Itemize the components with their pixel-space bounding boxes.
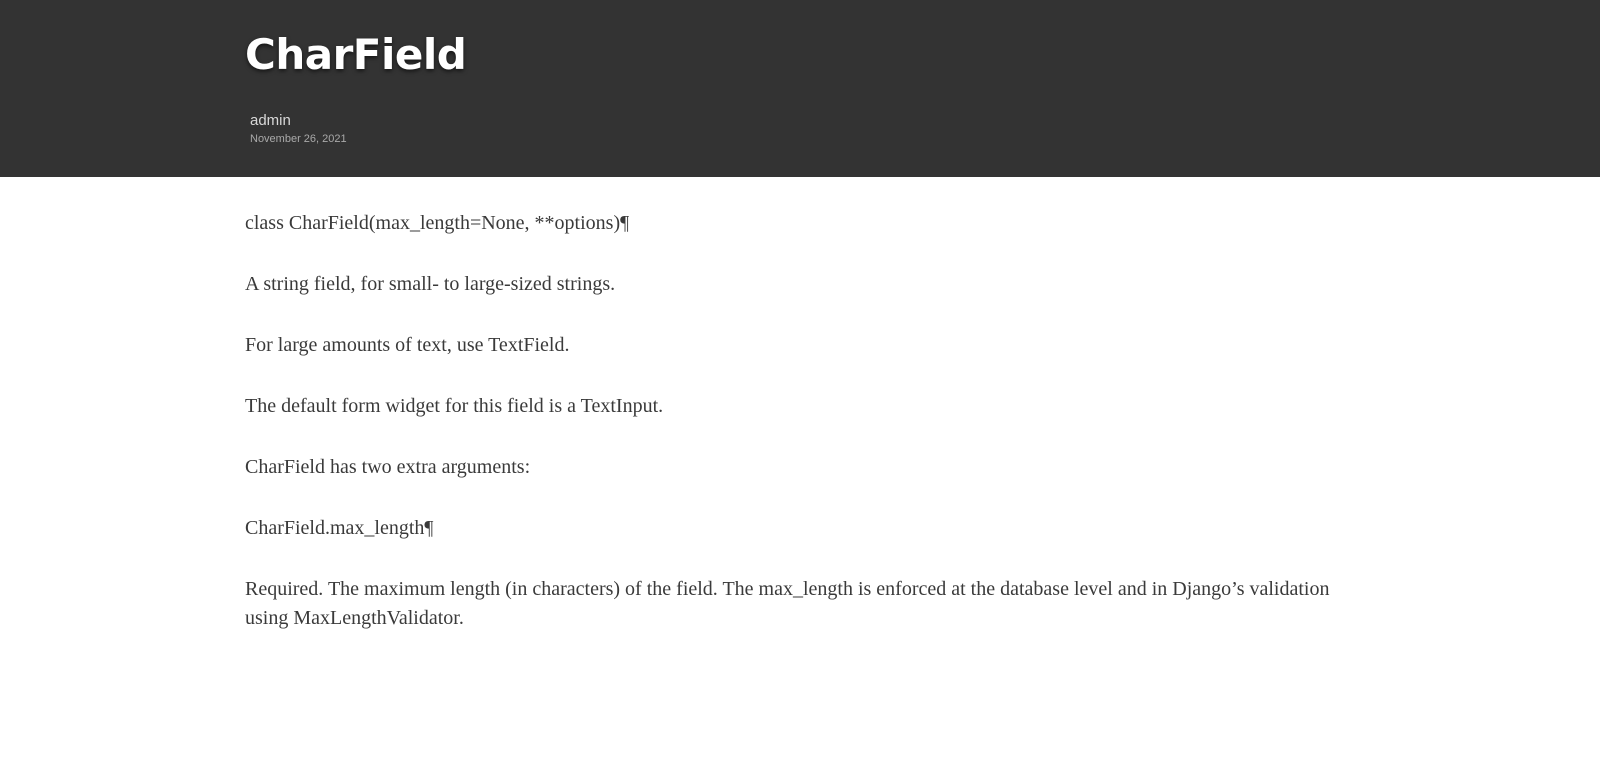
paragraph: Required. The maximum length (in charact… — [245, 578, 1330, 629]
author-name[interactable]: admin — [250, 111, 347, 131]
post-content: class CharField(max_length=None, **optio… — [245, 177, 1335, 633]
page-title: CharField — [245, 30, 467, 79]
post-header: CharField admin November 26, 2021 — [0, 0, 1600, 177]
post-date: November 26, 2021 — [250, 133, 347, 145]
paragraph: The default form widget for this field i… — [245, 395, 664, 417]
post-meta: admin November 26, 2021 — [250, 111, 347, 147]
paragraph: CharField has two extra arguments: — [245, 456, 531, 478]
paragraph: For large amounts of text, use TextField… — [245, 334, 570, 356]
paragraph: A string field, for small- to large-size… — [245, 273, 616, 295]
attribute-signature: CharField.max_length¶ — [245, 517, 434, 539]
class-signature: class CharField(max_length=None, **optio… — [245, 212, 630, 234]
